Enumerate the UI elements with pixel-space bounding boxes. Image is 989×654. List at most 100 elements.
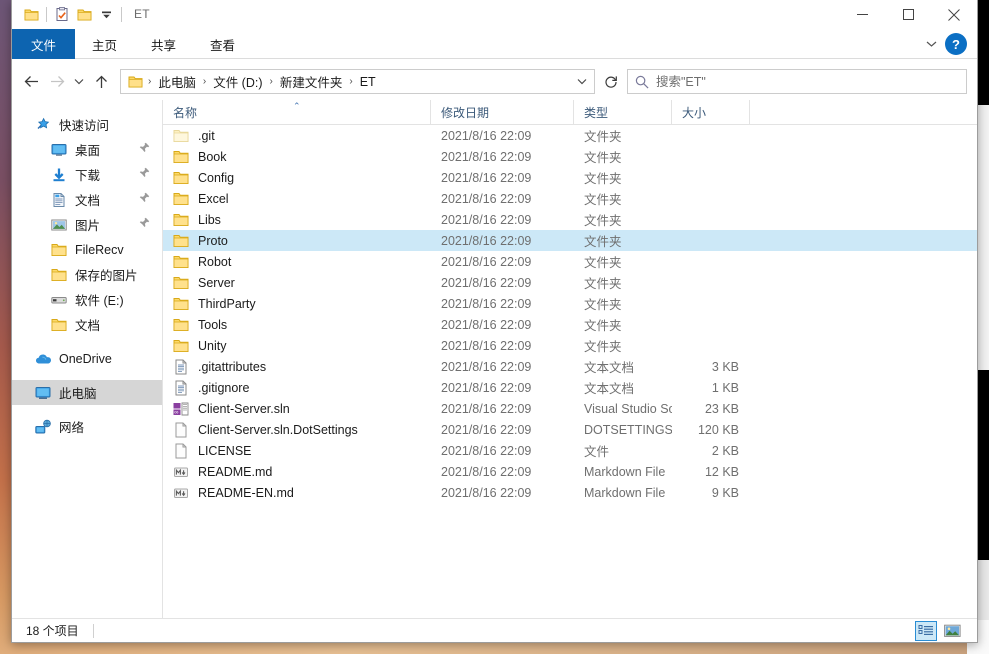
tab-share[interactable]: 共享: [134, 29, 193, 59]
folder-icon: [173, 233, 189, 249]
column-header-name[interactable]: 名称 ⌃: [163, 100, 431, 124]
breadcrumb-separator-3[interactable]: ›: [346, 76, 355, 87]
table-row[interactable]: README-EN.md 2021/8/16 22:09 Markdown File…: [163, 482, 977, 503]
table-row[interactable]: Proto 2021/8/16 22:09 文件夹: [163, 230, 977, 251]
new-folder-icon[interactable]: [73, 4, 95, 26]
sidebar-item-onedrive[interactable]: OneDrive: [12, 346, 162, 371]
tab-home[interactable]: 主页: [75, 29, 134, 59]
search-box[interactable]: [627, 69, 967, 94]
breadcrumb-separator[interactable]: ›: [145, 76, 154, 87]
pin-icon[interactable]: [139, 142, 150, 156]
breadcrumb-item-this-pc[interactable]: 此电脑: [154, 70, 200, 93]
table-row[interactable]: Excel 2021/8/16 22:09 文件夹: [163, 188, 977, 209]
column-header-date[interactable]: 修改日期: [431, 100, 574, 124]
file-name-label: .gitignore: [198, 380, 250, 395]
file-type-cell: 文件夹: [584, 340, 622, 354]
pin-icon[interactable]: [139, 217, 150, 231]
folder-icon: [50, 242, 68, 258]
table-row[interactable]: Config 2021/8/16 22:09 文件夹: [163, 167, 977, 188]
large-icons-view-button[interactable]: [941, 621, 963, 641]
pin-icon[interactable]: [139, 192, 150, 206]
table-row[interactable]: .git 2021/8/16 22:09 文件夹: [163, 125, 977, 146]
tab-file[interactable]: 文件: [12, 29, 76, 59]
sidebar-item--[interactable]: 快速访问: [12, 112, 162, 137]
file-name-cell: Tools: [163, 317, 431, 333]
table-row[interactable]: Unity 2021/8/16 22:09 文件夹: [163, 335, 977, 356]
file-date-cell: 2021/8/16 22:09: [441, 380, 532, 395]
refresh-icon[interactable]: [599, 70, 623, 93]
table-row[interactable]: Tools 2021/8/16 22:09 文件夹: [163, 314, 977, 335]
file-name-label: Libs: [198, 212, 221, 227]
sort-ascending-icon: ⌃: [293, 101, 301, 111]
ribbon-right-controls: ?: [919, 29, 973, 59]
details-view-button[interactable]: [915, 621, 937, 641]
column-header-type[interactable]: 类型: [574, 100, 672, 124]
file-date-cell: 2021/8/16 22:09: [441, 359, 532, 374]
address-dropdown-icon[interactable]: [570, 70, 594, 93]
close-icon[interactable]: [931, 0, 977, 29]
sidebar-item-label: 下载: [75, 169, 101, 183]
file-size-cell: 120 KB: [697, 422, 739, 437]
folder-icon[interactable]: [20, 4, 42, 26]
table-row[interactable]: .gitattributes 2021/8/16 22:09 文本文档 3 KB: [163, 356, 977, 377]
minimize-icon[interactable]: [839, 0, 885, 29]
address-input-box[interactable]: › 此电脑 › 文件 (D:) › 新建文件夹 › ET: [120, 69, 595, 94]
folder-icon: [173, 212, 189, 228]
up-button[interactable]: [88, 69, 114, 95]
file-name-label: Book: [198, 149, 227, 164]
file-date-cell: 2021/8/16 22:09: [441, 128, 532, 143]
column-header-size[interactable]: 大小: [672, 100, 750, 124]
sidebar-item--[interactable]: 图片: [12, 212, 162, 237]
breadcrumb-separator-2[interactable]: ›: [267, 76, 276, 87]
sidebar-item--[interactable]: 此电脑: [12, 380, 162, 405]
folder-icon: [173, 254, 189, 270]
table-row[interactable]: .gitignore 2021/8/16 22:09 文本文档 1 KB: [163, 377, 977, 398]
folder-icon: [173, 170, 189, 186]
file-date-cell: 2021/8/16 22:09: [441, 149, 532, 164]
sidebar-item--[interactable]: 桌面: [12, 137, 162, 162]
file-name-cell: .git: [163, 128, 431, 144]
help-button[interactable]: ?: [945, 33, 967, 55]
sidebar-item--[interactable]: 网络: [12, 414, 162, 439]
chevron-down-icon[interactable]: [919, 32, 943, 56]
sidebar-item--e-[interactable]: 软件 (E:): [12, 287, 162, 312]
table-row[interactable]: Robot 2021/8/16 22:09 文件夹: [163, 251, 977, 272]
properties-icon[interactable]: [51, 4, 73, 26]
sidebar-item--[interactable]: 保存的图片: [12, 262, 162, 287]
file-type-cell: 文本文档: [584, 361, 635, 375]
file-date-cell: 2021/8/16 22:09: [441, 212, 532, 227]
recent-locations-icon[interactable]: [70, 69, 88, 95]
back-button[interactable]: [18, 69, 44, 95]
breadcrumb-item-new-folder[interactable]: 新建文件夹: [276, 70, 347, 93]
tab-view[interactable]: 查看: [193, 29, 252, 59]
search-input[interactable]: [656, 74, 966, 89]
item-count-label: 18 个项目: [26, 624, 79, 638]
folder-icon: [173, 338, 189, 354]
table-row[interactable]: Libs 2021/8/16 22:09 文件夹: [163, 209, 977, 230]
file-name-cell: Excel: [163, 191, 431, 207]
table-row[interactable]: ∞ Client-Server.sln 2021/8/16 22:09 Visual …: [163, 398, 977, 419]
file-name-label: Client-Server.sln.DotSettings: [198, 422, 358, 437]
sidebar-item--[interactable]: 文档: [12, 312, 162, 337]
column-header-spacer[interactable]: [750, 100, 977, 124]
customize-dropdown-icon[interactable]: [95, 4, 117, 26]
file-name-label: LICENSE: [198, 443, 252, 458]
network-icon: [34, 419, 52, 435]
sidebar-item-filerecv[interactable]: FileRecv: [12, 237, 162, 262]
sidebar-item--[interactable]: 文档: [12, 187, 162, 212]
table-row[interactable]: ThirdParty 2021/8/16 22:09 文件夹: [163, 293, 977, 314]
table-row[interactable]: README.md 2021/8/16 22:09 Markdown File 12 …: [163, 461, 977, 482]
breadcrumb-item-et[interactable]: ET: [356, 73, 380, 91]
breadcrumb-separator-1[interactable]: ›: [200, 76, 209, 87]
file-name-label: Proto: [198, 233, 228, 248]
breadcrumb-item-drive-d[interactable]: 文件 (D:): [209, 70, 266, 93]
forward-button[interactable]: [44, 69, 70, 95]
table-row[interactable]: Book 2021/8/16 22:09 文件夹: [163, 146, 977, 167]
table-row[interactable]: Client-Server.sln.DotSettings 2021/8/16 2…: [163, 419, 977, 440]
file-date-cell: 2021/8/16 22:09: [441, 296, 532, 311]
pin-icon[interactable]: [139, 167, 150, 181]
table-row[interactable]: LICENSE 2021/8/16 22:09 文件 2 KB: [163, 440, 977, 461]
table-row[interactable]: Server 2021/8/16 22:09 文件夹: [163, 272, 977, 293]
sidebar-item--[interactable]: 下载: [12, 162, 162, 187]
maximize-icon[interactable]: [885, 0, 931, 29]
